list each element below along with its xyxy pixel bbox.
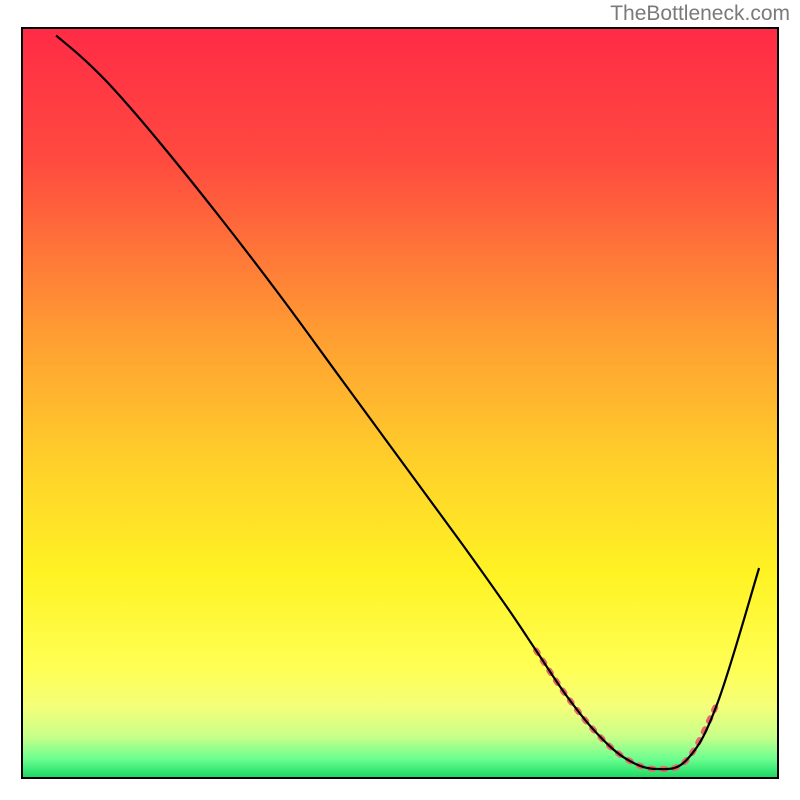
bottleneck-chart xyxy=(0,0,800,800)
gradient-background xyxy=(22,28,778,778)
